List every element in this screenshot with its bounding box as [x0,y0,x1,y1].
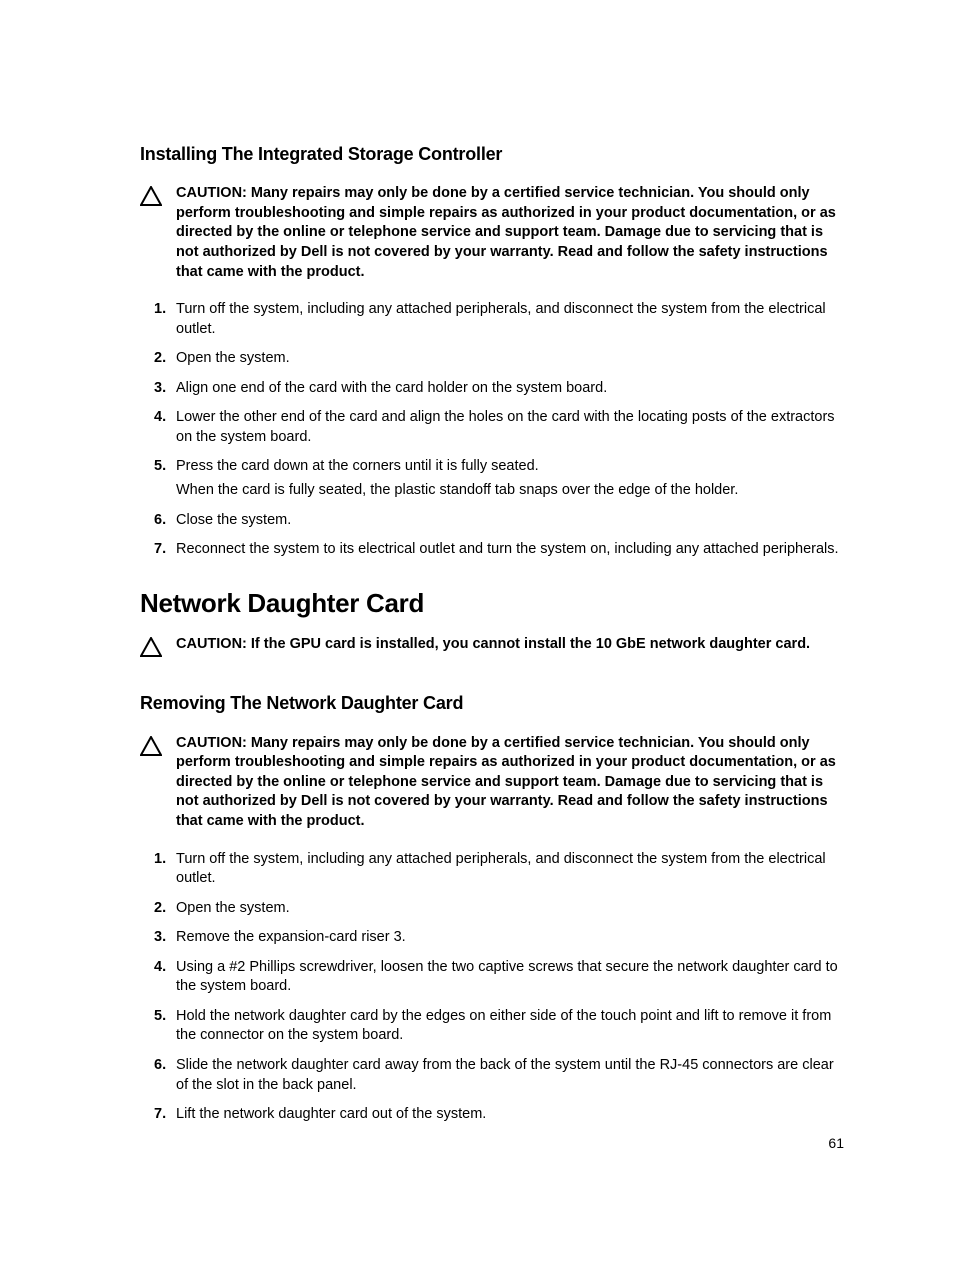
step-number: 1. [154,850,176,870]
step-text: Using a #2 Phillips screwdriver, loosen … [176,958,846,997]
step-number: 4. [154,408,176,428]
list-item: 3.Align one end of the card with the car… [140,379,846,399]
step-number: 2. [154,899,176,919]
heading-installing-storage-controller: Installing The Integrated Storage Contro… [140,142,846,166]
document-page: Installing The Integrated Storage Contro… [0,0,954,1268]
caution-block-2: CAUTION: If the GPU card is installed, y… [140,635,846,664]
list-item: 3.Remove the expansion-card riser 3. [140,928,846,948]
caution-block-3: CAUTION: Many repairs may only be done b… [140,734,846,832]
step-text: Close the system. [176,511,846,531]
list-item: 6.Close the system. [140,511,846,531]
step-number: 5. [154,457,176,477]
step-text: Turn off the system, including any attac… [176,850,846,889]
step-text: Align one end of the card with the card … [176,379,846,399]
step-number: 5. [154,1007,176,1027]
step-text-line2: When the card is fully seated, the plast… [176,481,846,501]
step-number: 4. [154,958,176,978]
step-text: Lower the other end of the card and alig… [176,408,846,447]
step-number: 3. [154,379,176,399]
list-item: 4.Using a #2 Phillips screwdriver, loose… [140,958,846,997]
list-item: 4.Lower the other end of the card and al… [140,408,846,447]
list-item: 2.Open the system. [140,349,846,369]
step-number: 2. [154,349,176,369]
step-number: 7. [154,1105,176,1125]
step-text: Turn off the system, including any attac… [176,300,846,339]
list-item: 1.Turn off the system, including any att… [140,850,846,889]
step-text: Lift the network daughter card out of th… [176,1105,846,1125]
step-number: 6. [154,1056,176,1076]
list-item: 6.Slide the network daughter card away f… [140,1056,846,1095]
list-item: 2.Open the system. [140,899,846,919]
caution-icon [140,186,168,213]
caution-text: CAUTION: If the GPU card is installed, y… [176,635,846,655]
step-text: Slide the network daughter card away fro… [176,1056,846,1095]
step-number: 7. [154,540,176,560]
step-text: Open the system. [176,899,846,919]
steps-list-2: 1.Turn off the system, including any att… [140,850,846,1125]
caution-text: CAUTION: Many repairs may only be done b… [176,734,846,832]
step-text: Press the card down at the corners until… [176,457,846,500]
steps-list-1: 1.Turn off the system, including any att… [140,300,846,560]
heading-removing-network-daughter-card: Removing The Network Daughter Card [140,691,846,715]
list-item: 5.Press the card down at the corners unt… [140,457,846,500]
caution-text: CAUTION: Many repairs may only be done b… [176,184,846,282]
step-number: 6. [154,511,176,531]
caution-icon [140,736,168,763]
step-text: Reconnect the system to its electrical o… [176,540,846,560]
list-item: 7.Lift the network daughter card out of … [140,1105,846,1125]
list-item: 5.Hold the network daughter card by the … [140,1007,846,1046]
caution-icon [140,637,168,664]
step-number: 1. [154,300,176,320]
page-number: 61 [828,1134,844,1153]
step-text: Open the system. [176,349,846,369]
step-text: Hold the network daughter card by the ed… [176,1007,846,1046]
heading-network-daughter-card: Network Daughter Card [140,586,846,621]
list-item: 7.Reconnect the system to its electrical… [140,540,846,560]
step-text: Remove the expansion-card riser 3. [176,928,846,948]
caution-block-1: CAUTION: Many repairs may only be done b… [140,184,846,282]
list-item: 1.Turn off the system, including any att… [140,300,846,339]
step-number: 3. [154,928,176,948]
